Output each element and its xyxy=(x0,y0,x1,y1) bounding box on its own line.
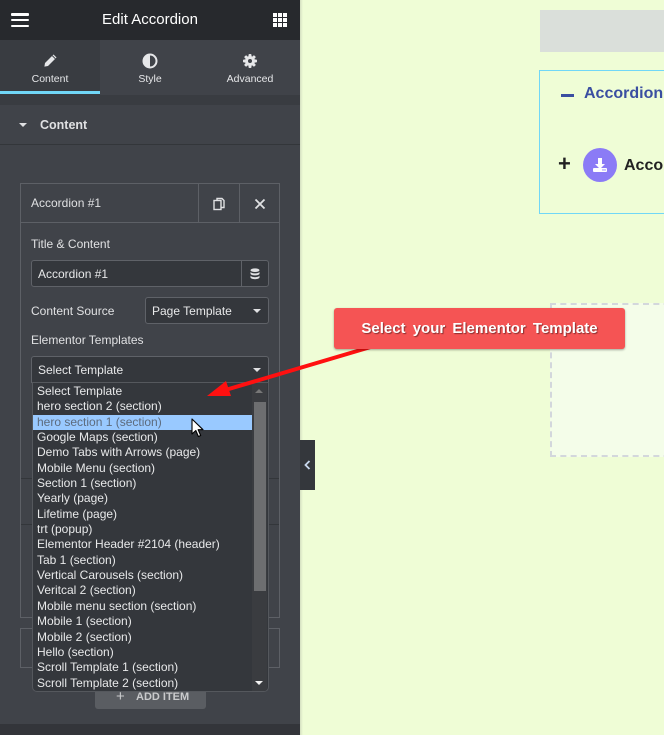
dropdown-option[interactable]: trt (popup) xyxy=(33,522,252,537)
scrollbar-thumb[interactable] xyxy=(254,402,266,591)
content-source-value: Page Template xyxy=(152,304,232,318)
panel-footer xyxy=(0,724,300,735)
remove-button[interactable] xyxy=(239,184,279,223)
duplicate-button[interactable] xyxy=(198,184,239,223)
grid-icon[interactable] xyxy=(273,13,287,27)
dropdown-option[interactable]: Hello (section) xyxy=(33,645,252,660)
scroll-up-icon[interactable] xyxy=(255,389,263,393)
content-section-toggle[interactable]: Content xyxy=(0,105,300,145)
canvas-edge xyxy=(300,0,303,735)
dropdown-option[interactable]: Demo Tabs with Arrows (page) xyxy=(33,445,252,460)
repeater-item-title: Accordion #1 xyxy=(31,196,102,210)
chevron-down-icon xyxy=(253,309,261,313)
section-title: Content xyxy=(40,118,88,132)
page-section-placeholder xyxy=(540,10,664,52)
minus-icon xyxy=(561,94,574,97)
dropdown-option[interactable]: Lifetime (page) xyxy=(33,507,252,522)
dropdown-option[interactable]: Elementor Header #2104 (header) xyxy=(33,537,252,552)
dropdown-option[interactable]: Mobile 1 (section) xyxy=(33,614,252,629)
copy-icon xyxy=(213,197,225,210)
accordion-widget[interactable]: Accordion + Acco xyxy=(539,70,664,214)
close-icon xyxy=(254,198,265,209)
dropdown-option[interactable]: Scroll Template 2 (section) xyxy=(33,676,252,691)
chevron-left-icon xyxy=(304,460,311,470)
dropdown-options: Select Template hero section 2 (section) h… xyxy=(33,384,252,691)
dropdown-option[interactable]: Scroll Template 1 (section) xyxy=(33,660,252,675)
mouse-cursor-icon xyxy=(191,418,204,438)
tab-style[interactable]: Style xyxy=(100,40,200,95)
panel-title: Edit Accordion xyxy=(102,11,198,28)
tab-content-label: Content xyxy=(31,73,69,85)
dropdown-option[interactable]: Mobile menu section (section) xyxy=(33,599,252,614)
dropdown-option[interactable]: Google Maps (section) xyxy=(33,430,252,445)
elementor-templates-label: Elementor Templates xyxy=(31,333,144,347)
chevron-down-icon xyxy=(253,368,261,372)
title-input-value: Accordion #1 xyxy=(38,267,109,281)
download-icon xyxy=(583,148,617,182)
add-item-label: ADD ITEM xyxy=(136,691,190,703)
accordion-item-title[interactable]: Acco xyxy=(624,157,663,175)
database-icon xyxy=(250,267,260,279)
dropdown-option[interactable]: hero section 1 (section) xyxy=(33,414,252,431)
half-circle-icon xyxy=(142,53,158,69)
accordion-item-title[interactable]: Accordion xyxy=(584,85,663,103)
content-source-label: Content Source xyxy=(31,304,115,318)
template-select[interactable]: Select Template xyxy=(31,356,269,383)
template-select-value: Select Template xyxy=(38,363,124,377)
dropdown-option[interactable]: Mobile 2 (section) xyxy=(33,630,252,645)
dropdown-option[interactable]: Vertical Carousels (section) xyxy=(33,568,252,583)
title-input[interactable]: Accordion #1 xyxy=(31,260,269,287)
dropdown-option[interactable]: Tab 1 (section) xyxy=(33,553,252,568)
tab-advanced[interactable]: Advanced xyxy=(200,40,300,95)
plus-icon: + xyxy=(558,151,571,176)
caret-down-icon xyxy=(19,123,27,127)
gear-icon xyxy=(243,54,257,68)
dropdown-option[interactable]: Mobile Menu (section) xyxy=(33,461,252,476)
template-dropdown-list[interactable]: Select Template hero section 2 (section) h… xyxy=(32,382,269,692)
dynamic-tags-button[interactable] xyxy=(241,261,268,286)
dropdown-option[interactable]: Yearly (page) xyxy=(33,491,252,506)
dropdown-scrollbar[interactable] xyxy=(252,383,267,691)
title-content-label: Title & Content xyxy=(31,237,110,251)
dropdown-option[interactable]: Veritcal 2 (section) xyxy=(33,583,252,598)
pencil-icon xyxy=(44,54,57,67)
repeater-item-header[interactable]: Accordion #1 xyxy=(21,184,279,223)
tabs-divider xyxy=(0,95,300,105)
tab-content[interactable]: Content xyxy=(0,40,100,95)
dropdown-option[interactable]: hero section 2 (section) xyxy=(33,399,252,414)
panel-header: Edit Accordion xyxy=(0,0,300,40)
dropdown-option[interactable]: Section 1 (section) xyxy=(33,476,252,491)
tab-style-label: Style xyxy=(138,73,162,85)
tab-advanced-label: Advanced xyxy=(226,73,274,85)
editor-panel: Edit Accordion Content Style Advanced Co… xyxy=(0,0,300,735)
panel-tabs: Content Style Advanced xyxy=(0,40,300,95)
content-source-select[interactable]: Page Template xyxy=(145,297,269,324)
collapse-panel-button[interactable] xyxy=(300,440,315,490)
dropdown-option[interactable]: Select Template xyxy=(33,384,252,399)
annotation-callout: Select your Elementor Template xyxy=(334,308,625,349)
scroll-down-icon[interactable] xyxy=(255,681,263,685)
